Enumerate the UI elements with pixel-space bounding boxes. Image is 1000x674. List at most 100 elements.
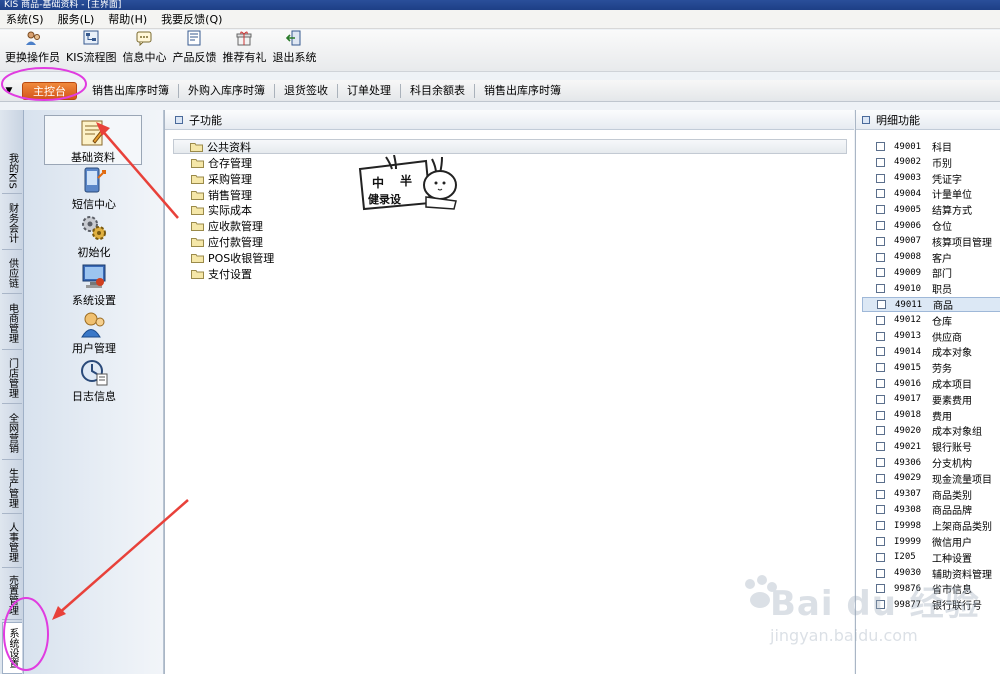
tree-node-pos[interactable]: POS收银管理 (191, 250, 274, 265)
tab-sales-outbound-journal-2[interactable]: 销售出库序时簿 (475, 84, 570, 98)
vtab-other[interactable]: 売置管理 (2, 570, 22, 620)
detail-item-i205[interactable]: I205 工种设置 (862, 550, 1000, 565)
vtab-marketing[interactable]: 全网营销 (2, 406, 22, 460)
detail-item-49012[interactable]: 49012 仓库 (862, 313, 1000, 328)
product-feedback-button[interactable]: 产品反馈 (169, 30, 219, 71)
triangle-down-icon: ▼ (5, 85, 13, 96)
detail-item-49014[interactable]: 49014 成本对象 (862, 344, 1000, 359)
detail-item-49013[interactable]: 49013 供应商 (862, 329, 1000, 344)
detail-item-name: 上架商品类别 (932, 522, 992, 534)
vtab-ecommerce[interactable]: 电商管理 (2, 296, 22, 350)
detail-item-49005[interactable]: 49005 结算方式 (862, 202, 1000, 217)
detail-item-name: 供应商 (932, 332, 962, 344)
detail-item-49308[interactable]: 49308 商品品牌 (862, 502, 1000, 517)
document-icon (876, 458, 885, 467)
tree-node-inventory[interactable]: 仓存管理 (191, 155, 252, 170)
module-user-management[interactable]: 用户管理 (46, 310, 142, 356)
detail-item-49007[interactable]: 49007 核算项目管理 (862, 234, 1000, 249)
tab-dropdown-button[interactable]: ▼ (0, 86, 18, 96)
detail-item-code: 49003 (894, 173, 922, 184)
menu-feedback[interactable]: 我要反馈(Q) (161, 11, 222, 27)
detail-item-name: 商品类别 (932, 490, 972, 502)
gift-icon (236, 30, 252, 46)
sms-icon (80, 166, 108, 194)
menu-service[interactable]: 服务(L) (58, 11, 95, 27)
detail-item-49011[interactable]: 49011 商品 (862, 297, 1000, 312)
user-switch-icon (25, 30, 41, 46)
base-data-icon (79, 119, 107, 147)
document-icon (876, 205, 885, 215)
tab-account-balance[interactable]: 科目余额表 (401, 83, 475, 98)
detail-item-code: 49021 (894, 441, 922, 452)
tab-sales-outbound-journal[interactable]: 销售出库序时簿 (83, 83, 179, 98)
detail-item-49020[interactable]: 49020 成本对象组 (862, 423, 1000, 438)
folder-icon (191, 253, 204, 263)
detail-item-49006[interactable]: 49006 仓位 (862, 218, 1000, 233)
detail-item-code: 49004 (894, 188, 922, 199)
detail-item-code: 49010 (894, 283, 922, 294)
kis-flowchart-button[interactable]: KIS流程图 (63, 30, 119, 71)
detail-item-code: 49002 (894, 157, 922, 168)
vtab-hr[interactable]: 人事管理 (2, 516, 22, 568)
detail-item-49018[interactable]: 49018 费用 (862, 408, 1000, 423)
tree-node-sales[interactable]: 销售管理 (191, 187, 252, 202)
detail-item-49021[interactable]: 49021 银行账号 (862, 439, 1000, 454)
vtab-store[interactable]: 门店管理 (2, 352, 22, 404)
module-initialize[interactable]: 初始化 (46, 214, 142, 260)
detail-item-49016[interactable]: 49016 成本项目 (862, 376, 1000, 391)
detail-item-49306[interactable]: 49306 分支机构 (862, 455, 1000, 470)
vtab-system-settings[interactable]: 系统设置 (2, 622, 22, 674)
vtab-finance[interactable]: 财务会计 (2, 196, 22, 250)
sticker-text-3: 健录设 (368, 192, 402, 206)
detail-item-49010[interactable]: 49010 职员 (862, 281, 1000, 296)
detail-item-49009[interactable]: 49009 部门 (862, 265, 1000, 280)
tree-node-payment-settings[interactable]: 支付设置 (191, 266, 252, 281)
tab-order-processing[interactable]: 订单处理 (338, 83, 401, 98)
document-icon (876, 426, 885, 436)
detail-item-49002[interactable]: 49002 币别 (862, 155, 1000, 170)
detail-item-name: 仓位 (932, 222, 952, 233)
tree-node-payables[interactable]: 应付款管理 (191, 234, 263, 249)
detail-item-49003[interactable]: 49003 凭证字 (862, 171, 1000, 186)
vtab-supply-chain[interactable]: 供应链 (2, 252, 22, 294)
module-sms-center[interactable]: 短信中心 (46, 166, 142, 212)
menu-system[interactable]: 系统(S) (6, 11, 44, 27)
detail-item-name: 币别 (932, 158, 952, 170)
module-system-settings[interactable]: 系统设置 (46, 262, 142, 308)
detail-item-49015[interactable]: 49015 劳务 (862, 360, 1000, 375)
sticker-text-2: 半 (400, 173, 412, 188)
module-base-data[interactable]: 基础资料 (44, 115, 142, 165)
detail-item-49004[interactable]: 49004 计量单位 (862, 186, 1000, 201)
detail-item-49017[interactable]: 49017 要素费用 (862, 392, 1000, 407)
detail-item-49307[interactable]: 49307 商品类别 (862, 487, 1000, 502)
tree-node-purchase[interactable]: 采购管理 (191, 171, 252, 186)
menu-help[interactable]: 帮助(H) (108, 11, 147, 27)
document-icon (876, 157, 885, 167)
tree-node-public-data[interactable]: 公共资料 (173, 139, 847, 154)
detail-item-name: 计量单位 (932, 190, 972, 202)
info-center-button[interactable]: 信息中心 (119, 30, 169, 71)
document-icon (876, 221, 885, 230)
detail-item-i9998[interactable]: I9998 上架商品类别 (862, 518, 1000, 533)
folder-icon (191, 237, 204, 247)
vtab-my-kis[interactable]: 我的KIS (2, 148, 22, 194)
bunny-sticker: 中 半 健录设 (356, 154, 460, 211)
detail-item-49001[interactable]: 49001 科目 (862, 139, 1000, 154)
document-icon (876, 505, 885, 515)
vtab-production[interactable]: 生产管理 (2, 462, 22, 514)
module-panel: 基础资料 短信中心 初始化 系统设置 用户管理 日志信息 (24, 110, 164, 674)
detail-item-i9999[interactable]: I9999 微信用户 (862, 534, 1000, 549)
detail-item-49008[interactable]: 49008 客户 (862, 250, 1000, 265)
detail-item-code: 49020 (894, 425, 922, 436)
exit-system-button[interactable]: 退出系统 (269, 30, 319, 71)
tree-node-actual-cost[interactable]: 实际成本 (191, 202, 252, 217)
switch-operator-button[interactable]: 更换操作员 (2, 30, 63, 71)
detail-item-49029[interactable]: 49029 现金流量项目 (862, 471, 1000, 486)
module-log-info[interactable]: 日志信息 (46, 358, 142, 404)
tab-return-signoff[interactable]: 退货签收 (275, 83, 338, 98)
tree-node-receivables[interactable]: 应收款管理 (191, 218, 263, 233)
recommend-gift-button[interactable]: 推荐有礼 (219, 30, 269, 71)
tab-main-console[interactable]: 主控台 (22, 81, 77, 100)
detail-item-name: 成本对象组 (932, 427, 982, 439)
tab-purchase-inbound-journal[interactable]: 外购入库序时簿 (179, 83, 275, 98)
